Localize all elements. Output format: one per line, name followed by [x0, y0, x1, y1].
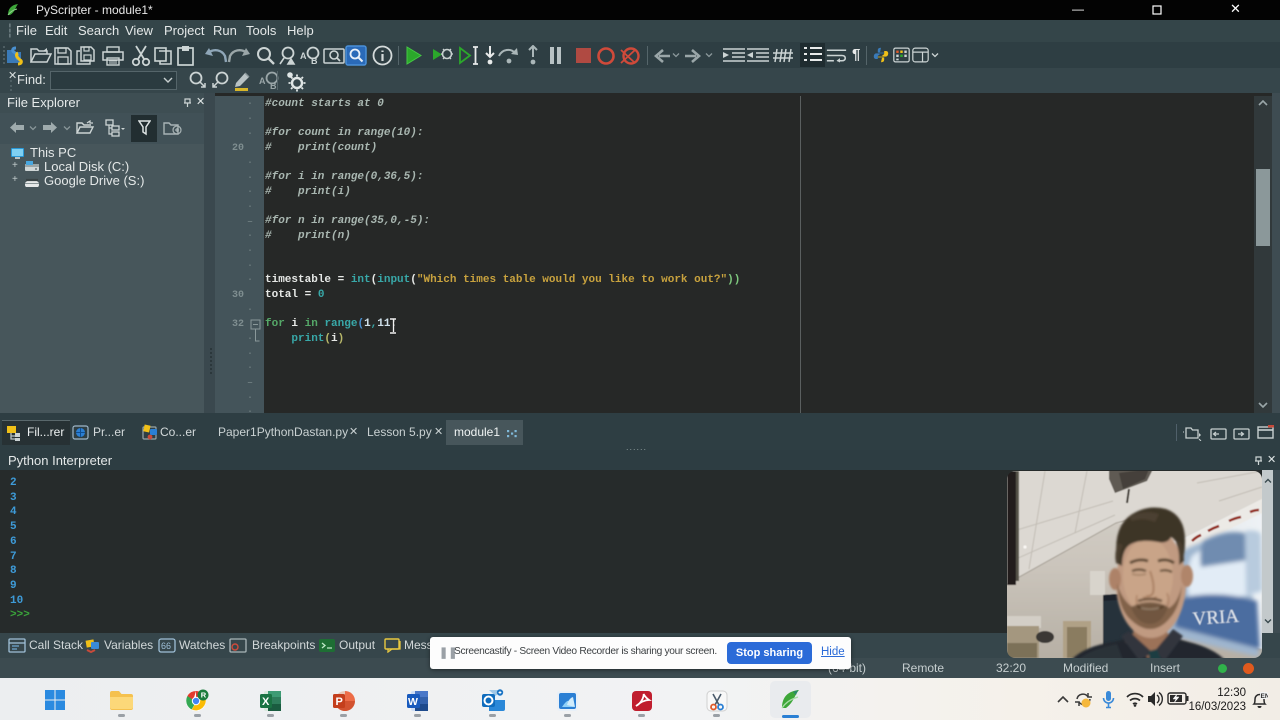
svg-text:B: B	[311, 56, 318, 66]
svg-text:66: 66	[161, 641, 171, 651]
svg-text:A: A	[300, 51, 307, 61]
svg-text:P: P	[336, 696, 343, 708]
svg-text:W: W	[408, 696, 418, 708]
svg-text:B: B	[270, 81, 277, 91]
svg-text:R: R	[201, 691, 207, 700]
svg-text:VRIA: VRIA	[1192, 606, 1240, 630]
svg-text:X: X	[262, 696, 270, 708]
svg-text:EN: EN	[1261, 693, 1269, 700]
svg-text:A: A	[259, 76, 266, 86]
